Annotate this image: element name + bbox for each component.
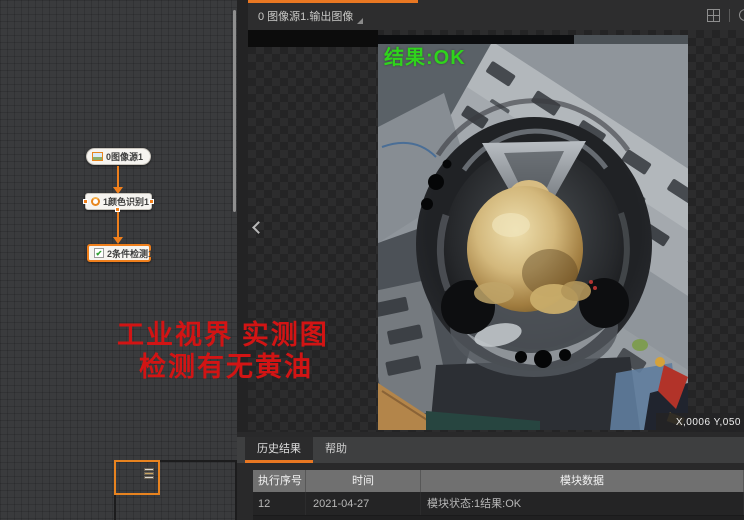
image-viewer: 0 图像源1.输出图像 bbox=[248, 0, 744, 432]
result-ok-overlay: 结果:OK bbox=[384, 41, 466, 70]
flow-node-color-recognition[interactable]: 1颜色识别1 bbox=[85, 193, 152, 210]
flow-node-label: 0图像源1 bbox=[106, 150, 143, 163]
image-top-black-band bbox=[248, 30, 378, 47]
col-header-time: 时间 bbox=[306, 470, 421, 492]
node-port-left[interactable] bbox=[83, 199, 88, 204]
flow-connector-arrowhead bbox=[113, 237, 123, 244]
node-port-right[interactable] bbox=[149, 199, 154, 204]
cell-seq: 12 bbox=[253, 492, 306, 515]
results-tabstrip: 历史结果 帮助 bbox=[237, 437, 744, 463]
flow-minimap[interactable] bbox=[114, 460, 237, 520]
inspection-photo bbox=[378, 35, 688, 430]
flow-connector bbox=[117, 166, 119, 187]
tab-corner-triangle-icon bbox=[357, 18, 363, 24]
condition-check-icon: ✔ bbox=[94, 248, 104, 258]
viewer-canvas[interactable]: 结果:OK X,0006 Y,050 bbox=[248, 30, 744, 432]
chevron-left-icon[interactable] bbox=[250, 218, 264, 238]
color-recognition-icon bbox=[91, 197, 100, 206]
minimap-node-glyphs bbox=[144, 468, 154, 480]
viewer-tab-output-image[interactable]: 0 图像源1.输出图像 bbox=[258, 3, 363, 30]
results-panel: 历史结果 帮助 执行序号 时间 模块数据 12 2021-04-27 14:50… bbox=[237, 432, 744, 520]
minimap-viewport[interactable] bbox=[114, 460, 160, 495]
cursor-coordinates: X,0006 Y,050 bbox=[656, 413, 744, 432]
cell-module-data: 模块状态:1结果:OK bbox=[421, 492, 744, 515]
flow-node-label: 2条件检测1 bbox=[107, 247, 153, 260]
layout-grid-icon[interactable] bbox=[707, 9, 720, 22]
toolbar-divider bbox=[729, 9, 730, 22]
flow-node-condition-check[interactable]: ✔ 2条件检测1 bbox=[87, 244, 151, 262]
viewer-tabstrip: 0 图像源1.输出图像 bbox=[248, 0, 744, 30]
col-header-seq: 执行序号 bbox=[253, 470, 306, 492]
cell-time: 2021-04-27 14:50:25:554 bbox=[306, 492, 421, 515]
clipped-toolbar-icon[interactable] bbox=[739, 9, 744, 21]
flow-node-image-source[interactable]: 0图像源1 bbox=[86, 148, 151, 165]
viewer-tab-label: 0 图像源1.输出图像 bbox=[258, 4, 353, 30]
history-results-table: 执行序号 时间 模块数据 12 2021-04-27 14:50:25:554 … bbox=[253, 470, 744, 520]
col-header-module-data: 模块数据 bbox=[421, 470, 744, 492]
vision-app-window: 0图像源1 1颜色识别1 ✔ 2条件检测1 bbox=[0, 0, 744, 520]
flow-node-label: 1颜色识别1 bbox=[103, 195, 149, 208]
flow-connector bbox=[117, 212, 119, 237]
viewer-toolbar bbox=[707, 0, 744, 30]
table-row[interactable]: 12 2021-04-27 14:50:25:554 模块状态:1结果:OK bbox=[253, 492, 744, 516]
flow-editor-canvas[interactable]: 0图像源1 1颜色识别1 ✔ 2条件检测1 bbox=[0, 0, 237, 520]
table-header-row: 执行序号 时间 模块数据 bbox=[253, 470, 744, 492]
tab-help[interactable]: 帮助 bbox=[313, 437, 359, 463]
flow-panel-scrollbar[interactable] bbox=[233, 10, 236, 212]
tab-history-results[interactable]: 历史结果 bbox=[245, 437, 313, 463]
image-source-icon bbox=[92, 152, 103, 161]
